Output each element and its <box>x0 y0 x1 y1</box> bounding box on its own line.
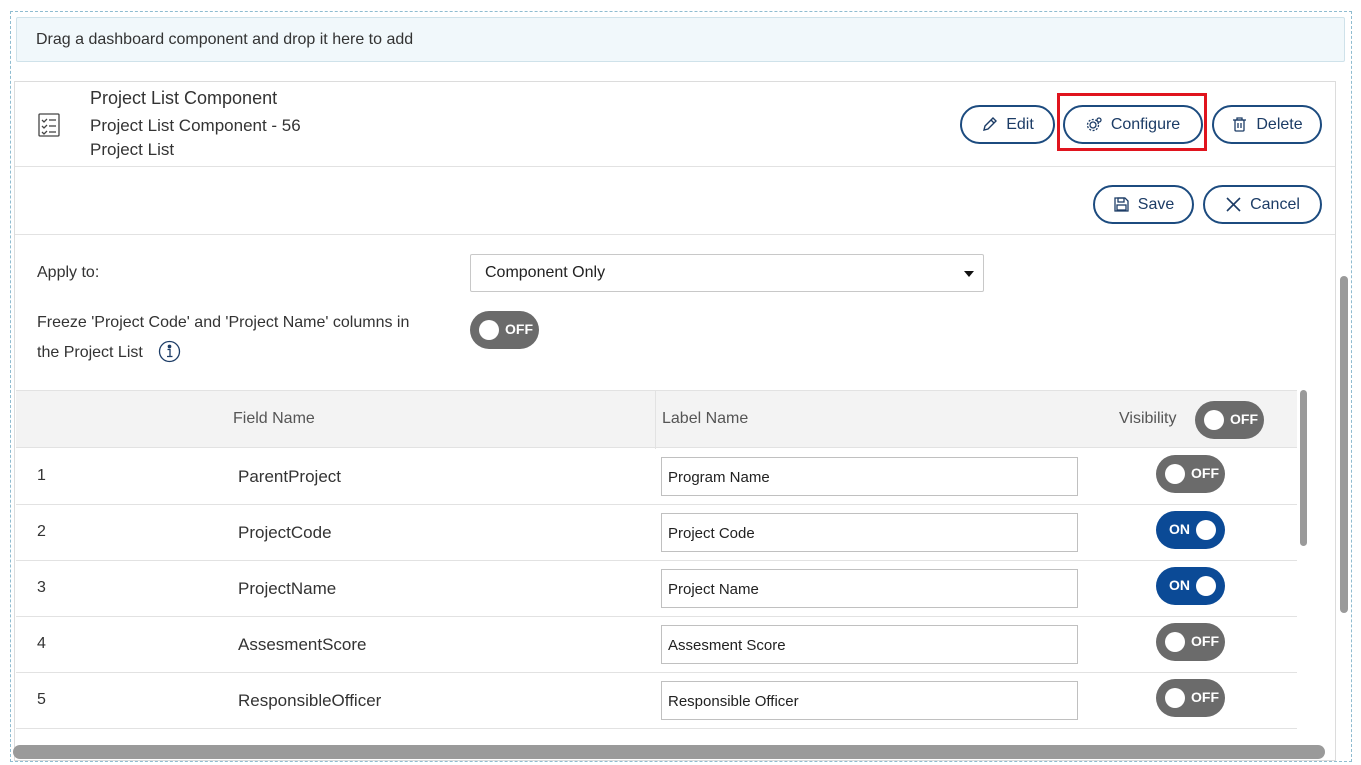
visibility-header: Visibility <box>1119 410 1177 427</box>
save-label: Save <box>1137 195 1175 213</box>
configure-button[interactable]: Configure <box>1063 105 1203 144</box>
info-icon[interactable] <box>158 340 181 363</box>
apply-to-value: Component Only <box>485 264 606 281</box>
component-title: Project List Component <box>90 88 278 108</box>
delete-button[interactable]: Delete <box>1212 105 1322 144</box>
freeze-label-line2: the Project List <box>37 344 143 361</box>
drop-zone-text: Drag a dashboard component and drop it h… <box>36 31 414 48</box>
label-name-input[interactable]: Project Name <box>661 569 1078 608</box>
component-type: Project List <box>90 140 175 159</box>
visibility-all-toggle[interactable]: OFF <box>1195 401 1264 439</box>
config-toolbar: Save Cancel <box>15 168 1335 235</box>
edit-button[interactable]: Edit <box>960 105 1055 144</box>
table-row: 1 ParentProject Program Name OFF <box>16 449 1297 505</box>
column-divider <box>655 391 656 449</box>
visibility-toggle[interactable]: ON <box>1156 567 1225 605</box>
field-name: ProjectName <box>238 579 337 598</box>
field-name: ProjectCode <box>238 523 332 542</box>
label-name-input[interactable]: Program Name <box>661 457 1078 496</box>
visibility-toggle[interactable]: OFF <box>1156 679 1225 717</box>
field-name-header: Field Name <box>233 410 315 427</box>
table-header: Field Name Label Name Visibility OFF <box>16 390 1297 449</box>
visibility-toggle[interactable]: OFF <box>1156 623 1225 661</box>
label-name-input[interactable]: Responsible Officer <box>661 681 1078 720</box>
save-button[interactable]: Save <box>1093 185 1194 224</box>
drop-zone[interactable]: Drag a dashboard component and drop it h… <box>16 17 1345 62</box>
visibility-toggle-text: ON <box>1169 577 1190 593</box>
save-icon <box>1114 197 1129 212</box>
edit-label: Edit <box>1006 115 1034 133</box>
checklist-icon <box>38 113 60 137</box>
table-scrollbar[interactable] <box>1300 390 1307 546</box>
component-card: Project List Component Project List Comp… <box>14 81 1336 761</box>
table-row: 3 ProjectName Project Name ON <box>16 561 1297 617</box>
apply-to-label: Apply to: <box>37 264 100 281</box>
trash-icon <box>1233 117 1247 132</box>
label-name-input[interactable]: Assesment Score <box>661 625 1078 664</box>
gears-icon <box>1086 117 1102 132</box>
chevron-down-icon <box>964 271 974 277</box>
freeze-columns-toggle[interactable]: OFF <box>470 311 539 349</box>
toggle-knob <box>1165 464 1185 484</box>
apply-to-select[interactable]: Component Only <box>470 254 984 292</box>
page-horizontal-scrollbar[interactable] <box>13 745 1325 759</box>
row-number: 5 <box>37 691 46 708</box>
visibility-toggle-text: ON <box>1169 521 1190 537</box>
component-subtitle: Project List Component - 56 <box>90 116 301 135</box>
pencil-icon <box>983 117 998 131</box>
toggle-knob <box>1165 688 1185 708</box>
visibility-toggle-text: OFF <box>1191 465 1219 481</box>
visibility-toggle-text: OFF <box>1191 633 1219 649</box>
visibility-toggle[interactable]: ON <box>1156 511 1225 549</box>
row-number: 3 <box>37 579 46 596</box>
toggle-knob <box>1204 410 1224 430</box>
field-name: ResponsibleOfficer <box>238 691 382 710</box>
label-name-header: Label Name <box>662 410 749 427</box>
toggle-knob <box>1196 576 1216 596</box>
cancel-label: Cancel <box>1250 195 1300 213</box>
close-icon <box>1226 197 1241 212</box>
freeze-label-line1: Freeze 'Project Code' and 'Project Name'… <box>37 314 410 331</box>
table-row: 4 AssesmentScore Assesment Score OFF <box>16 617 1297 673</box>
field-name: AssesmentScore <box>238 635 367 654</box>
table-row: 2 ProjectCode Project Code ON <box>16 505 1297 561</box>
toggle-knob <box>1165 632 1185 652</box>
freeze-toggle-text: OFF <box>505 321 533 337</box>
toggle-knob <box>479 320 499 340</box>
delete-label: Delete <box>1256 115 1303 133</box>
table-row: 5 ResponsibleOfficer Responsible Officer OF… <box>16 673 1297 729</box>
component-header: Project List Component Project List Comp… <box>15 82 1335 167</box>
row-number: 2 <box>37 523 46 540</box>
visibility-toggle[interactable]: OFF <box>1156 455 1225 493</box>
field-name: ParentProject <box>238 467 341 486</box>
visibility-all-text: OFF <box>1230 411 1258 427</box>
label-name-input[interactable]: Project Code <box>661 513 1078 552</box>
cancel-button[interactable]: Cancel <box>1203 185 1322 224</box>
visibility-toggle-text: OFF <box>1191 689 1219 705</box>
configure-label: Configure <box>1110 115 1181 133</box>
toggle-knob <box>1196 520 1216 540</box>
row-number: 4 <box>37 635 46 652</box>
row-number: 1 <box>37 467 46 484</box>
page-vertical-scrollbar[interactable] <box>1340 276 1348 613</box>
